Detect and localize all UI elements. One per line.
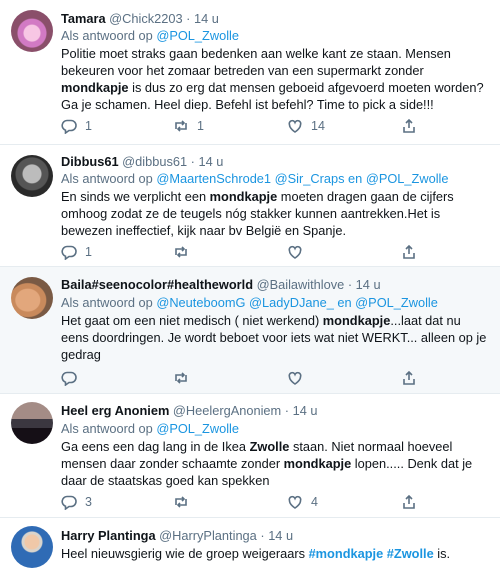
tweet[interactable]: Heel erg Anoniem @HeelergAnoniem · 14 u … xyxy=(0,394,500,518)
share-icon xyxy=(403,494,415,509)
reply-icon xyxy=(61,371,77,386)
like-icon xyxy=(288,245,302,259)
hashtag-link[interactable]: #mondkapje xyxy=(309,546,384,561)
display-name[interactable]: Harry Plantinga xyxy=(61,528,156,543)
reply-count: 1 xyxy=(85,245,92,259)
tweet-actions: 1 xyxy=(61,243,441,261)
reply-mentions[interactable]: @MaartenSchrode1 @Sir_Craps en @POL_Zwol… xyxy=(156,171,448,186)
share-icon xyxy=(403,244,415,259)
tweet[interactable]: Baila#seenocolor#healtheworld @Bailawith… xyxy=(0,267,500,394)
handle[interactable]: @dibbus61 xyxy=(122,154,187,169)
display-name[interactable]: Dibbus61 xyxy=(61,154,119,169)
like-button[interactable]: 4 xyxy=(287,493,318,511)
share-button[interactable] xyxy=(401,369,417,387)
reply-button[interactable]: 1 xyxy=(61,243,92,261)
reply-icon xyxy=(61,245,77,260)
handle[interactable]: @HeelergAnoniem xyxy=(173,403,281,418)
keyword: Zwolle xyxy=(249,439,290,454)
retweet-icon xyxy=(175,372,187,384)
handle[interactable]: @HarryPlantinga xyxy=(159,528,257,543)
reply-mentions[interactable]: @NeuteboomG @LadyDJane_ en @POL_Zwolle xyxy=(156,295,438,310)
like-icon xyxy=(288,119,302,133)
keyword: mondkapje xyxy=(322,313,391,328)
tweet-actions: 3 4 xyxy=(61,493,441,511)
tweet[interactable]: Harry Plantinga @HarryPlantinga · 14 u H… xyxy=(0,518,500,571)
retweet-button[interactable] xyxy=(173,243,197,261)
timestamp[interactable]: 14 u xyxy=(356,277,381,292)
like-icon xyxy=(288,495,302,509)
separator: · xyxy=(284,403,290,418)
avatar[interactable] xyxy=(11,10,53,52)
reply-mentions[interactable]: @POL_Zwolle xyxy=(156,421,239,436)
reply-prefix: Als antwoord op xyxy=(61,28,153,43)
reply-icon xyxy=(61,119,77,134)
timestamp[interactable]: 14 u xyxy=(293,403,318,418)
display-name[interactable]: Baila#seenocolor#healtheworld xyxy=(61,277,253,292)
share-button[interactable] xyxy=(401,243,417,261)
tweet-text: Politie moet straks gaan bedenken aan we… xyxy=(61,46,484,112)
reply-prefix: Als antwoord op xyxy=(61,421,153,436)
timestamp[interactable]: 14 u xyxy=(268,528,293,543)
tweet-actions xyxy=(61,369,441,387)
like-icon xyxy=(288,371,302,385)
separator: · xyxy=(347,277,353,292)
like-count: 14 xyxy=(311,119,325,133)
separator: · xyxy=(260,528,265,543)
avatar[interactable] xyxy=(11,526,53,568)
share-icon xyxy=(403,370,415,385)
like-button[interactable]: 14 xyxy=(287,117,325,135)
share-button[interactable] xyxy=(401,493,417,511)
reply-prefix: Als antwoord op xyxy=(61,295,153,310)
reply-button[interactable]: 1 xyxy=(61,117,92,135)
like-button[interactable] xyxy=(287,243,311,261)
retweet-icon xyxy=(175,120,187,132)
retweet-button[interactable] xyxy=(173,369,197,387)
separator: · xyxy=(190,154,195,169)
reply-count: 3 xyxy=(85,495,92,509)
display-name[interactable]: Heel erg Anoniem xyxy=(61,403,169,418)
tweet[interactable]: Tamara @Chick2203 · 14 u Als antwoord op… xyxy=(0,0,500,145)
tweet-text: En sinds we verplicht een mondkapje moet… xyxy=(61,189,454,238)
keyword: mondkapje xyxy=(283,456,352,471)
retweet-button[interactable]: 1 xyxy=(173,117,204,135)
tweet-text: Ga eens een dag lang in de Ikea Zwolle s… xyxy=(61,439,473,488)
retweet-icon xyxy=(175,246,187,258)
reply-mentions[interactable]: @POL_Zwolle xyxy=(156,28,239,43)
tweet-actions: 1 1 14 xyxy=(61,117,441,135)
handle[interactable]: @Chick2203 xyxy=(109,11,182,26)
retweet-count: 1 xyxy=(197,119,204,133)
keyword: mondkapje xyxy=(61,80,129,95)
separator: · xyxy=(186,11,191,26)
keyword: mondkapje xyxy=(209,189,278,204)
avatar[interactable] xyxy=(11,402,53,444)
tweet[interactable]: Dibbus61 @dibbus61 · 14 u Als antwoord o… xyxy=(0,145,500,267)
handle[interactable]: @Bailawithlove xyxy=(257,277,345,292)
avatar[interactable] xyxy=(11,277,53,319)
retweet-button[interactable] xyxy=(173,493,197,511)
display-name[interactable]: Tamara xyxy=(61,11,106,26)
tweet-text: Het gaat om een niet medisch ( niet werk… xyxy=(61,313,487,362)
avatar[interactable] xyxy=(11,155,53,197)
reply-button[interactable] xyxy=(61,369,85,387)
reply-icon xyxy=(61,495,77,510)
like-button[interactable] xyxy=(287,369,311,387)
share-icon xyxy=(403,118,415,133)
timestamp[interactable]: 14 u xyxy=(194,11,219,26)
retweet-icon xyxy=(175,496,187,508)
reply-prefix: Als antwoord op xyxy=(61,171,153,186)
timestamp[interactable]: 14 u xyxy=(199,154,224,169)
reply-button[interactable]: 3 xyxy=(61,493,92,511)
hashtag-link[interactable]: #Zwolle xyxy=(387,546,434,561)
like-count: 4 xyxy=(311,495,318,509)
share-button[interactable] xyxy=(401,117,417,135)
reply-count: 1 xyxy=(85,119,92,133)
tweet-text: Heel nieuwsgierig wie de groep weigeraar… xyxy=(61,546,451,561)
